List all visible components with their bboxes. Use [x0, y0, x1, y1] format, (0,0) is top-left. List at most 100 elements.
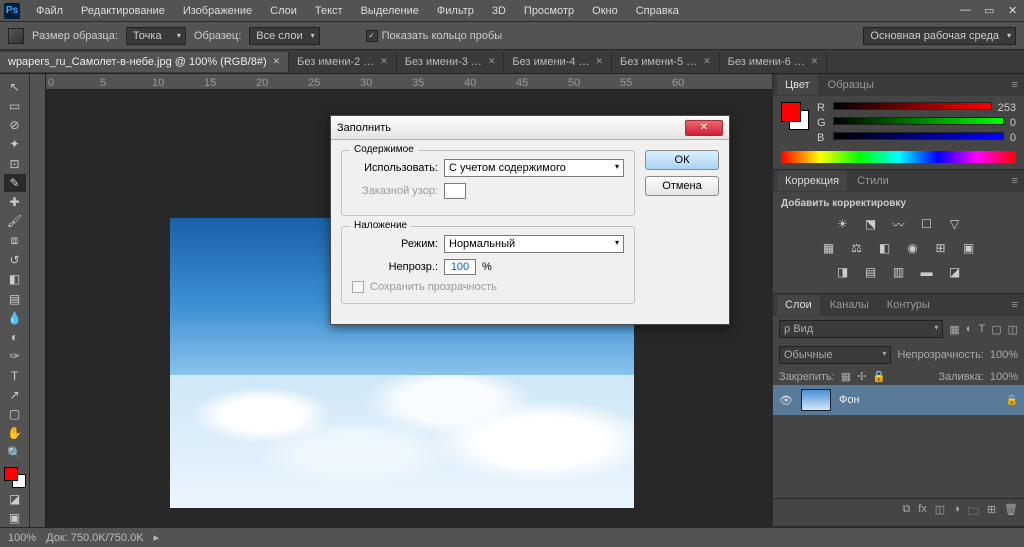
blend-mode-dropdown[interactable]: Обычные [779, 346, 891, 364]
layer-thumbnail[interactable] [801, 389, 831, 411]
history-brush-tool[interactable]: ↺ [4, 251, 26, 268]
filter-smart-icon[interactable]: ◫ [1008, 323, 1018, 336]
blur-tool[interactable]: 💧 [4, 309, 26, 326]
r-value[interactable]: 253 [998, 102, 1016, 114]
gradient-map-icon[interactable]: ▬ [918, 263, 936, 281]
filter-shape-icon[interactable]: ▢ [991, 323, 1001, 336]
selective-icon[interactable]: ◪ [946, 263, 964, 281]
menu-select[interactable]: Выделение [353, 2, 427, 20]
document-tab[interactable]: Без имени-4 …✕ [504, 52, 612, 72]
document-tab[interactable]: Без имени-3 …✕ [397, 52, 505, 72]
use-dropdown[interactable]: С учетом содержимого [444, 159, 624, 177]
r-slider[interactable] [833, 102, 992, 114]
b-slider[interactable] [833, 132, 1004, 144]
fx-icon[interactable]: fx [918, 503, 927, 522]
hue-icon[interactable]: ▦ [820, 239, 838, 257]
curves-icon[interactable]: 〰 [890, 215, 908, 233]
photo-filter-icon[interactable]: ◉ [904, 239, 922, 257]
move-tool[interactable]: ↖ [4, 78, 26, 95]
document-tab[interactable]: Без имени-5 …✕ [612, 52, 720, 72]
document-tab[interactable]: Без имени-2 …✕ [289, 52, 397, 72]
zoom-level[interactable]: 100% [8, 532, 36, 544]
zoom-tool[interactable]: 🔍 [4, 444, 26, 461]
visibility-icon[interactable]: 👁 [779, 394, 793, 407]
tab-paths[interactable]: Контуры [879, 295, 938, 315]
hand-tool[interactable]: ✋ [4, 425, 26, 442]
pen-tool[interactable]: ✑ [4, 348, 26, 365]
menu-edit[interactable]: Редактирование [73, 2, 173, 20]
panel-menu-icon[interactable]: ≡ [1006, 299, 1024, 311]
close-tab-icon[interactable]: ✕ [380, 56, 388, 67]
threshold-icon[interactable]: ▥ [890, 263, 908, 281]
menu-image[interactable]: Изображение [175, 2, 260, 20]
opacity-value[interactable]: 100% [990, 349, 1018, 361]
tab-channels[interactable]: Каналы [822, 295, 877, 315]
posterize-icon[interactable]: ▤ [862, 263, 880, 281]
heal-tool[interactable]: ✚ [4, 194, 26, 211]
new-layer-icon[interactable]: ⊞ [987, 503, 996, 522]
tab-color[interactable]: Цвет [777, 75, 818, 95]
crop-tool[interactable]: ⊡ [4, 155, 26, 172]
levels-icon[interactable]: ⬔ [862, 215, 880, 233]
close-tab-icon[interactable]: ✕ [596, 56, 604, 67]
dialog-titlebar[interactable]: Заполнить ✕ [331, 116, 729, 140]
bw-icon[interactable]: ◧ [876, 239, 894, 257]
document-tab[interactable]: wpapers_ru_Самолет-в-небе.jpg @ 100% (RG… [0, 52, 289, 72]
cancel-button[interactable]: Отмена [645, 176, 719, 196]
eyedropper-tool[interactable]: ✎ [4, 174, 26, 191]
eraser-tool[interactable]: ◧ [4, 271, 26, 288]
filter-type-icon[interactable]: T [978, 323, 985, 335]
ok-button[interactable]: ОК [645, 150, 719, 170]
menu-text[interactable]: Текст [307, 2, 351, 20]
document-tab[interactable]: Без имени-6 …✕ [720, 52, 828, 72]
menu-filter[interactable]: Фильтр [429, 2, 482, 20]
type-tool[interactable]: T [4, 367, 26, 384]
workspace-dropdown[interactable]: Основная рабочая среда [863, 27, 1016, 45]
lock-position-icon[interactable]: ✢ [857, 370, 866, 383]
close-tab-icon[interactable]: ✕ [273, 56, 281, 67]
panel-menu-icon[interactable]: ≡ [1006, 175, 1024, 187]
fill-value[interactable]: 100% [990, 371, 1018, 383]
close-tab-icon[interactable]: ✕ [703, 56, 711, 67]
maximize-icon[interactable]: ▭ [976, 1, 992, 20]
invert-icon[interactable]: ◨ [834, 263, 852, 281]
link-layers-icon[interactable]: ⧉ [902, 503, 910, 522]
trash-icon[interactable]: 🗑 [1004, 503, 1018, 522]
tab-swatches[interactable]: Образцы [820, 75, 882, 95]
balance-icon[interactable]: ⚖ [848, 239, 866, 257]
vibrance-icon[interactable]: ▽ [946, 215, 964, 233]
quickmask-tool[interactable]: ◪ [4, 490, 26, 507]
menu-3d[interactable]: 3D [484, 2, 514, 20]
fgbg-swatch[interactable] [781, 102, 809, 130]
screenmode-tool[interactable]: ▣ [4, 510, 26, 527]
show-ring-checkbox[interactable]: ✓Показать кольцо пробы [366, 30, 503, 42]
mixer-icon[interactable]: ⊞ [932, 239, 950, 257]
layer-row[interactable]: 👁 Фон 🔒 [773, 385, 1024, 415]
filter-adjust-icon[interactable]: ◐ [966, 323, 973, 335]
wand-tool[interactable]: ✦ [4, 136, 26, 153]
minimize-icon[interactable]: — [952, 1, 968, 20]
close-icon[interactable]: ✕ [1000, 1, 1016, 20]
close-tab-icon[interactable]: ✕ [811, 56, 819, 67]
color-swatches[interactable] [4, 467, 26, 488]
stamp-tool[interactable]: ⧈ [4, 232, 26, 249]
menu-layers[interactable]: Слои [262, 2, 305, 20]
lookup-icon[interactable]: ▣ [960, 239, 978, 257]
marquee-tool[interactable]: ▭ [4, 97, 26, 114]
menu-file[interactable]: Файл [28, 2, 71, 20]
layer-name[interactable]: Фон [839, 394, 860, 406]
brightness-icon[interactable]: ☀ [834, 215, 852, 233]
group-icon[interactable]: 🗀 [968, 503, 979, 522]
adjustment-icon[interactable]: ◑ [953, 503, 960, 522]
dialog-close-button[interactable]: ✕ [685, 120, 723, 136]
mask-icon[interactable]: ◫ [935, 503, 945, 522]
panel-menu-icon[interactable]: ≡ [1006, 79, 1024, 91]
menu-help[interactable]: Справка [628, 2, 687, 20]
opacity-input[interactable]: 100 [444, 259, 476, 275]
g-value[interactable]: 0 [1010, 117, 1016, 129]
menu-window[interactable]: Окно [584, 2, 626, 20]
lasso-tool[interactable]: ⊘ [4, 117, 26, 134]
tab-adjustments[interactable]: Коррекция [777, 171, 847, 191]
g-slider[interactable] [833, 117, 1004, 129]
b-value[interactable]: 0 [1010, 132, 1016, 144]
